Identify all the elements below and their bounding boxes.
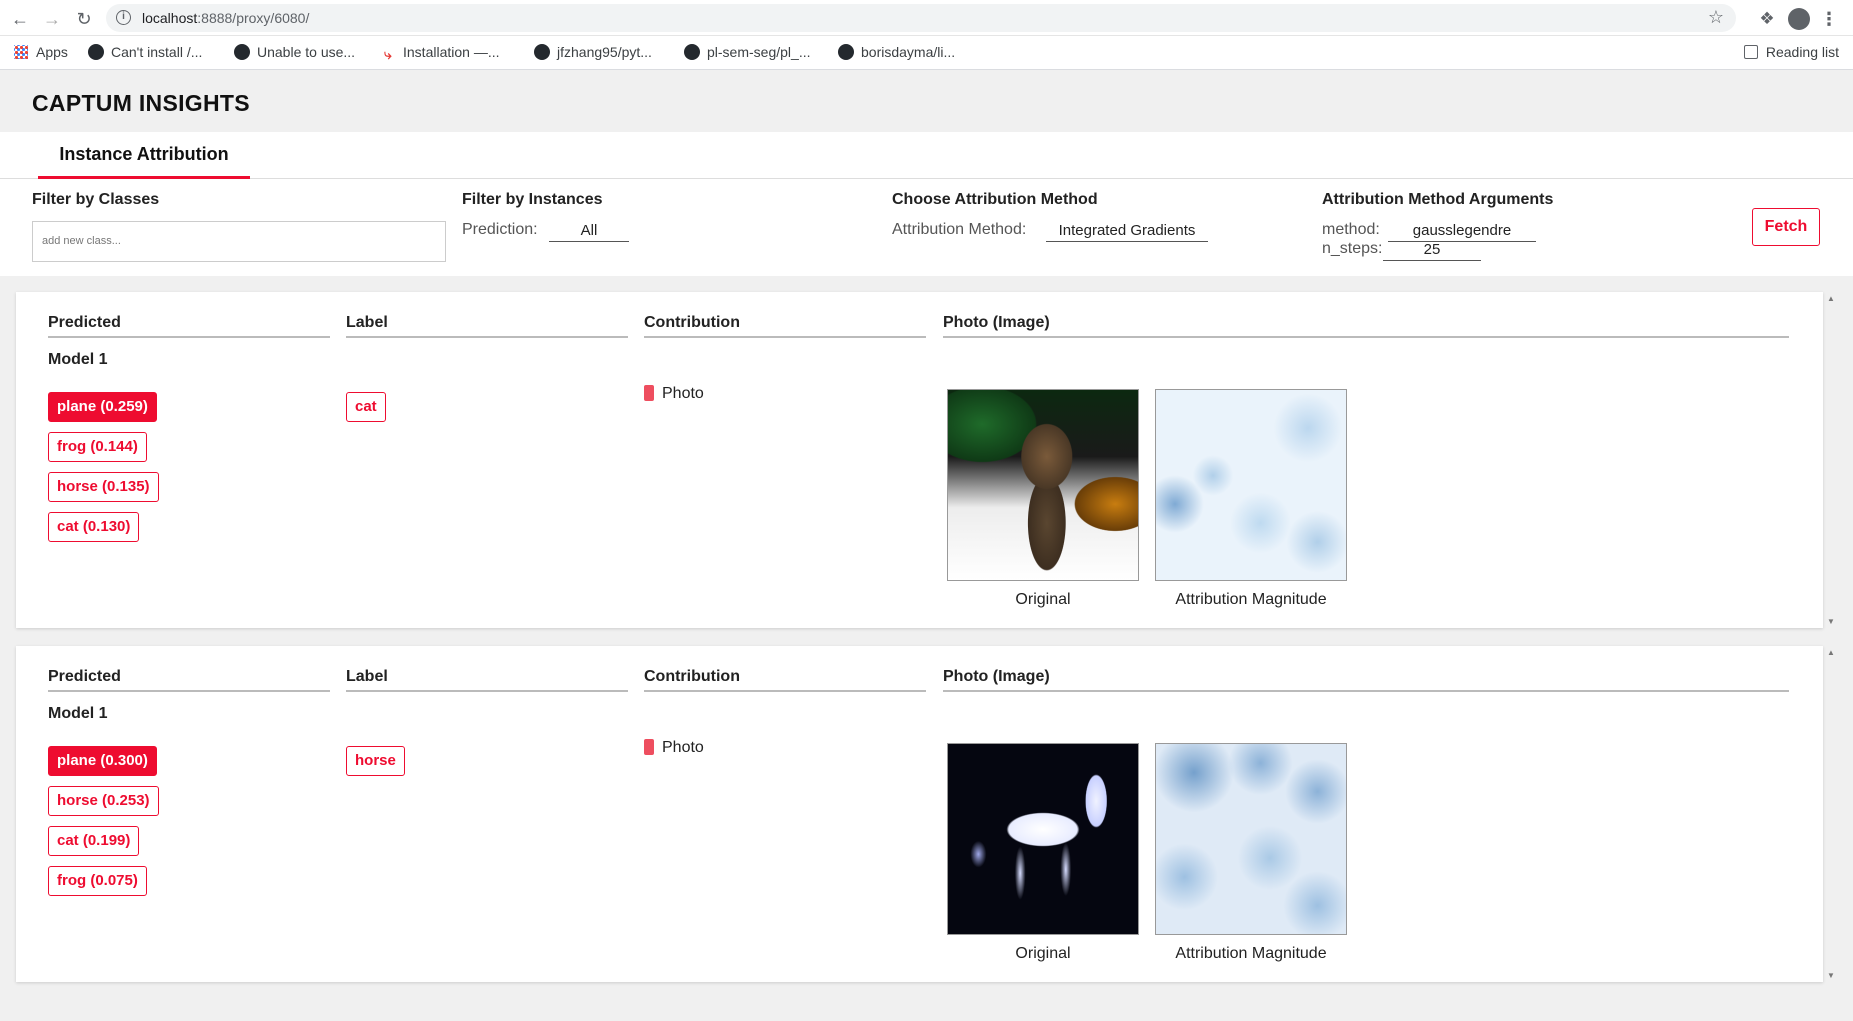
attribution-method-select[interactable]: Integrated Gradients xyxy=(1046,222,1208,242)
contribution-bar xyxy=(644,385,654,401)
scroll-down-arrow-icon[interactable]: ▼ xyxy=(1827,971,1835,980)
installation-icon: ⤷ xyxy=(384,46,392,62)
contribution-bar xyxy=(644,739,654,755)
more-menu-icon[interactable]: ⋮ xyxy=(1820,8,1838,30)
filter-instances-title: Filter by Instances xyxy=(462,191,603,208)
photo-header: Photo (Image) xyxy=(943,314,1789,338)
choose-method-title: Choose Attribution Method xyxy=(892,191,1098,208)
apps-grid-icon xyxy=(14,45,28,59)
n-steps-label: n_steps: xyxy=(1322,240,1383,257)
label-chip[interactable]: horse xyxy=(346,746,405,776)
reading-list-button[interactable]: Reading list xyxy=(1743,44,1839,60)
original-image xyxy=(947,743,1139,935)
bookmark-apps[interactable]: Apps xyxy=(14,44,68,60)
bookmark-item[interactable]: ⤷ Installation —... xyxy=(384,44,500,62)
filter-classes-title: Filter by Classes xyxy=(32,191,160,208)
instance-card: Predicted Label Contribution Photo (Imag… xyxy=(16,292,1835,628)
contribution-header: Contribution xyxy=(644,314,926,338)
extensions-puzzle-icon[interactable]: ❖ xyxy=(1756,8,1778,30)
reload-icon[interactable]: ↻ xyxy=(74,9,94,29)
reading-list-icon xyxy=(1743,45,1758,59)
method-arg-label: method: xyxy=(1322,221,1380,238)
forward-arrow-icon[interactable]: → xyxy=(42,9,62,29)
prediction-chip[interactable]: horse (0.253) xyxy=(48,786,159,816)
app-header: CAPTUM INSIGHTS xyxy=(0,70,1853,132)
bookmark-item[interactable]: borisdayma/li... xyxy=(838,44,955,60)
method-arguments-title: Attribution Method Arguments xyxy=(1322,191,1554,208)
attribution-magnitude-image xyxy=(1155,389,1347,581)
class-filter-input[interactable]: add new class... xyxy=(32,221,446,262)
github-icon xyxy=(88,44,104,60)
n-steps-input[interactable]: 25 xyxy=(1383,241,1481,261)
photo-header: Photo (Image) xyxy=(943,668,1789,692)
label-header: Label xyxy=(346,314,628,338)
bookmark-item[interactable]: Can't install /... xyxy=(88,44,202,60)
label-chip[interactable]: cat xyxy=(346,392,386,422)
contribution-item: Photo xyxy=(644,385,704,403)
label-header: Label xyxy=(346,668,628,692)
bookmark-item[interactable]: Unable to use... xyxy=(234,44,355,60)
tab-instance-attribution[interactable]: Instance Attribution xyxy=(38,132,250,179)
scroll-down-arrow-icon[interactable]: ▼ xyxy=(1827,617,1835,626)
tab-bar: Instance Attribution xyxy=(0,132,1853,179)
bookmark-item[interactable]: jfzhang95/pyt... xyxy=(534,44,652,60)
bookmarks-bar: Apps Can't install /... Unable to use...… xyxy=(0,36,1853,70)
github-icon xyxy=(234,44,250,60)
original-caption: Original xyxy=(1015,591,1071,608)
bookmark-item[interactable]: pl-sem-seg/pl_... xyxy=(684,44,810,60)
contribution-item: Photo xyxy=(644,739,704,757)
contribution-header: Contribution xyxy=(644,668,926,692)
attribution-magnitude-image xyxy=(1155,743,1347,935)
bookmark-star-icon[interactable]: ☆ xyxy=(1708,7,1724,28)
address-bar[interactable]: i localhost:8888/proxy/6080/ ☆ xyxy=(106,4,1736,32)
instance-card: Predicted Label Contribution Photo (Imag… xyxy=(16,646,1835,982)
github-icon xyxy=(838,44,854,60)
fetch-button[interactable]: Fetch xyxy=(1752,208,1820,246)
attribution-caption: Attribution Magnitude xyxy=(1175,945,1327,962)
model-label: Model 1 xyxy=(48,351,108,368)
method-arg-input[interactable]: gausslegendre xyxy=(1388,222,1536,242)
github-icon xyxy=(534,44,550,60)
scroll-up-arrow-icon[interactable]: ▲ xyxy=(1827,648,1835,657)
site-info-icon[interactable]: i xyxy=(116,10,131,25)
panel-scrollbar[interactable]: ▲ ▼ xyxy=(1825,648,1837,980)
prediction-chip[interactable]: horse (0.135) xyxy=(48,472,159,502)
url-text: localhost:8888/proxy/6080/ xyxy=(142,10,310,26)
prediction-chip[interactable]: plane (0.300) xyxy=(48,746,157,776)
original-image xyxy=(947,389,1139,581)
github-icon xyxy=(684,44,700,60)
predicted-header: Predicted xyxy=(48,668,330,692)
back-arrow-icon[interactable]: ← xyxy=(10,9,30,29)
scroll-up-arrow-icon[interactable]: ▲ xyxy=(1827,294,1835,303)
profile-avatar[interactable] xyxy=(1788,8,1810,30)
prediction-label: Prediction: xyxy=(462,221,538,238)
prediction-chip[interactable]: frog (0.075) xyxy=(48,866,147,896)
prediction-select[interactable]: All xyxy=(549,222,629,242)
prediction-chip[interactable]: cat (0.199) xyxy=(48,826,140,856)
original-caption: Original xyxy=(1015,945,1071,962)
filter-bar: Filter by Classes add new class... Filte… xyxy=(0,179,1853,276)
panel-scrollbar[interactable]: ▲ ▼ xyxy=(1825,294,1837,626)
prediction-chip[interactable]: cat (0.130) xyxy=(48,512,140,542)
prediction-chip[interactable]: frog (0.144) xyxy=(48,432,147,462)
browser-toolbar: ← → ↻ i localhost:8888/proxy/6080/ ☆ ❖ ⋮ xyxy=(0,0,1853,36)
app-title: CAPTUM INSIGHTS xyxy=(32,90,250,116)
model-label: Model 1 xyxy=(48,705,108,722)
predicted-header: Predicted xyxy=(48,314,330,338)
attribution-caption: Attribution Magnitude xyxy=(1175,591,1327,608)
attribution-method-label: Attribution Method: xyxy=(892,221,1027,238)
prediction-chip[interactable]: plane (0.259) xyxy=(48,392,157,422)
